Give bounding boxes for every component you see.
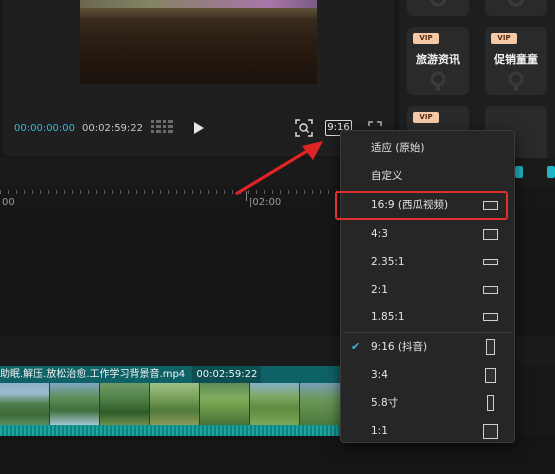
track-marker [547, 166, 555, 178]
template-icon [507, 0, 525, 7]
menu-item-4-3[interactable]: 4:3 [341, 220, 516, 248]
check-icon: ✔ [351, 340, 361, 353]
thumbnail [200, 383, 250, 425]
menu-item-2-35-1[interactable]: 2.35:1 [341, 248, 516, 276]
ratio-shape-icon [483, 259, 498, 265]
play-icon[interactable] [193, 121, 205, 135]
template-icon [429, 0, 447, 7]
zoom-fit-icon[interactable] [295, 119, 313, 137]
template-card-travel[interactable]: VIP 旅游资讯 [407, 27, 469, 95]
video-editor: 00:00:00:00 00:02:59:22 9:16 VIP 旅游资讯 VI… [0, 0, 555, 474]
video-preview [80, 0, 317, 84]
menu-item-1-85-1[interactable]: 1.85:1 [341, 303, 516, 331]
template-card-promo[interactable]: VIP 促销童童 [485, 27, 547, 95]
total-time: 00:02:59:22 [82, 123, 144, 134]
annotation-arrow-icon [235, 141, 323, 196]
highlight-box [335, 191, 508, 220]
menu-item-fit-original[interactable]: 适应 (原始) [341, 134, 516, 162]
vip-badge: VIP [491, 33, 517, 44]
grid-icon[interactable] [151, 120, 173, 134]
video-clip[interactable]: 助眠.解压.放松治愈.工作学习背景音.mp4 00:02:59:22 [0, 366, 350, 436]
tick-label: 00 [2, 197, 15, 208]
ratio-shape-icon [487, 395, 494, 411]
template-card[interactable] [485, 0, 547, 16]
menu-item-5-8-inch[interactable]: 5.8寸 [341, 389, 516, 417]
template-icon [430, 71, 446, 91]
clip-name: 助眠.解压.放松治愈.工作学习背景音.mp4 [0, 369, 186, 380]
ratio-shape-icon [485, 368, 496, 383]
ratio-shape-icon [486, 339, 495, 355]
audio-waveform [0, 425, 340, 436]
ratio-shape-icon [483, 313, 498, 321]
thumbnail [50, 383, 100, 425]
ratio-shape-icon [483, 286, 498, 294]
menu-item-2-1[interactable]: 2:1 [341, 276, 516, 304]
template-label: 促销童童 [494, 53, 538, 66]
preview-player: 00:00:00:00 00:02:59:22 9:16 [3, 0, 394, 156]
thumbnail [250, 383, 300, 425]
thumbnail [150, 383, 200, 425]
thumbnail [0, 383, 50, 425]
template-icon [508, 71, 524, 91]
clip-header: 助眠.解压.放松治愈.工作学习背景音.mp4 00:02:59:22 [0, 366, 340, 383]
menu-item-3-4[interactable]: 3:4 [341, 361, 516, 389]
vip-badge: VIP [413, 112, 439, 123]
menu-item-9-16[interactable]: ✔ 9:16 (抖音) [341, 333, 516, 361]
ratio-shape-icon [483, 424, 498, 439]
track-marker [515, 166, 523, 178]
ratio-shape-icon [483, 229, 498, 240]
clip-duration: 00:02:59:22 [192, 366, 262, 383]
thumbnail [100, 383, 150, 425]
menu-item-1-1[interactable]: 1:1 [341, 417, 516, 445]
clip-thumbnails [0, 383, 350, 425]
vip-badge: VIP [413, 33, 439, 44]
menu-item-custom[interactable]: 自定义 [341, 162, 516, 190]
template-label: 旅游资讯 [416, 53, 460, 66]
aspect-ratio-menu: 适应 (原始) 自定义 16:9 (西瓜视频) 4:3 2.35:1 2:1 1… [335, 130, 516, 445]
current-time: 00:00:00:00 [14, 123, 76, 134]
template-card[interactable] [407, 0, 469, 16]
